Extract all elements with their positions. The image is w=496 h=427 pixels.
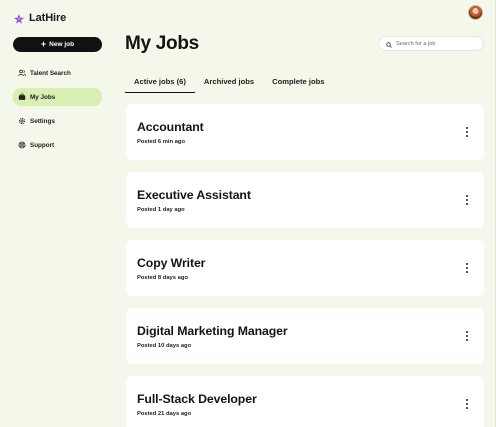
job-posted-time: Posted 8 days ago [137, 275, 188, 281]
users-icon [18, 69, 26, 77]
job-title: Executive Assistant [137, 188, 251, 202]
search-icon [386, 35, 392, 53]
job-posted-time: Posted 10 days ago [137, 343, 192, 349]
job-posted-time: Posted 21 days ago [137, 411, 192, 417]
job-card[interactable]: Executive Assistant Posted 1 day ago [126, 172, 484, 228]
plus-icon: + [40, 38, 47, 49]
avatar[interactable] [468, 5, 483, 20]
job-title: Digital Marketing Manager [137, 324, 288, 338]
search-box[interactable] [378, 36, 484, 51]
sidebar-item-label: Support [30, 141, 55, 149]
sidebar-item-support[interactable]: Support [13, 136, 102, 154]
job-title: Accountant [137, 120, 204, 134]
job-card[interactable]: Full-Stack Developer Posted 21 days ago [126, 376, 484, 427]
job-posted-time: Posted 1 day ago [137, 207, 185, 213]
job-title: Copy Writer [137, 256, 206, 270]
job-posted-time: Posted 6 min ago [137, 139, 185, 145]
more-options-icon[interactable] [465, 263, 469, 273]
job-card[interactable]: Digital Marketing Manager Posted 10 days… [126, 308, 484, 364]
search-input[interactable] [396, 40, 476, 47]
sidebar-item-talent-search[interactable]: Talent Search [13, 64, 102, 82]
new-job-button[interactable]: + New job [13, 37, 102, 52]
app-frame: LatHire + New job Talent Search My Jobs [0, 0, 496, 427]
job-card[interactable]: Copy Writer Posted 8 days ago [126, 240, 484, 296]
sidebar-item-label: Talent Search [30, 69, 71, 77]
logo-icon [13, 12, 25, 24]
job-card[interactable]: Accountant Posted 6 min ago [126, 104, 484, 160]
more-options-icon[interactable] [465, 195, 469, 205]
tab-archived-jobs[interactable]: Archived jobs [195, 73, 263, 93]
logo-text: LatHire [29, 12, 67, 24]
page-title: My Jobs [125, 33, 199, 54]
gear-icon [18, 117, 26, 125]
more-options-icon[interactable] [465, 399, 469, 409]
sidebar-item-settings[interactable]: Settings [13, 112, 102, 130]
sidebar-item-label: Settings [30, 117, 55, 125]
sidebar-nav: Talent Search My Jobs Settings Support [13, 64, 102, 160]
job-title: Full-Stack Developer [137, 392, 257, 406]
tab-active-jobs[interactable]: Active jobs (6) [125, 73, 195, 93]
more-options-icon[interactable] [465, 331, 469, 341]
sidebar-item-label: My Jobs [30, 93, 56, 101]
sidebar: LatHire + New job Talent Search My Jobs [0, 0, 112, 427]
tab-complete-jobs[interactable]: Complete jobs [263, 73, 333, 93]
new-job-label: New job [49, 41, 75, 48]
job-tabs: Active jobs (6) Archived jobs Complete j… [125, 73, 333, 93]
logo[interactable]: LatHire [13, 12, 66, 24]
lifebuoy-icon [18, 141, 26, 149]
sidebar-item-my-jobs[interactable]: My Jobs [13, 88, 102, 106]
more-options-icon[interactable] [465, 127, 469, 137]
briefcase-icon [18, 93, 26, 101]
